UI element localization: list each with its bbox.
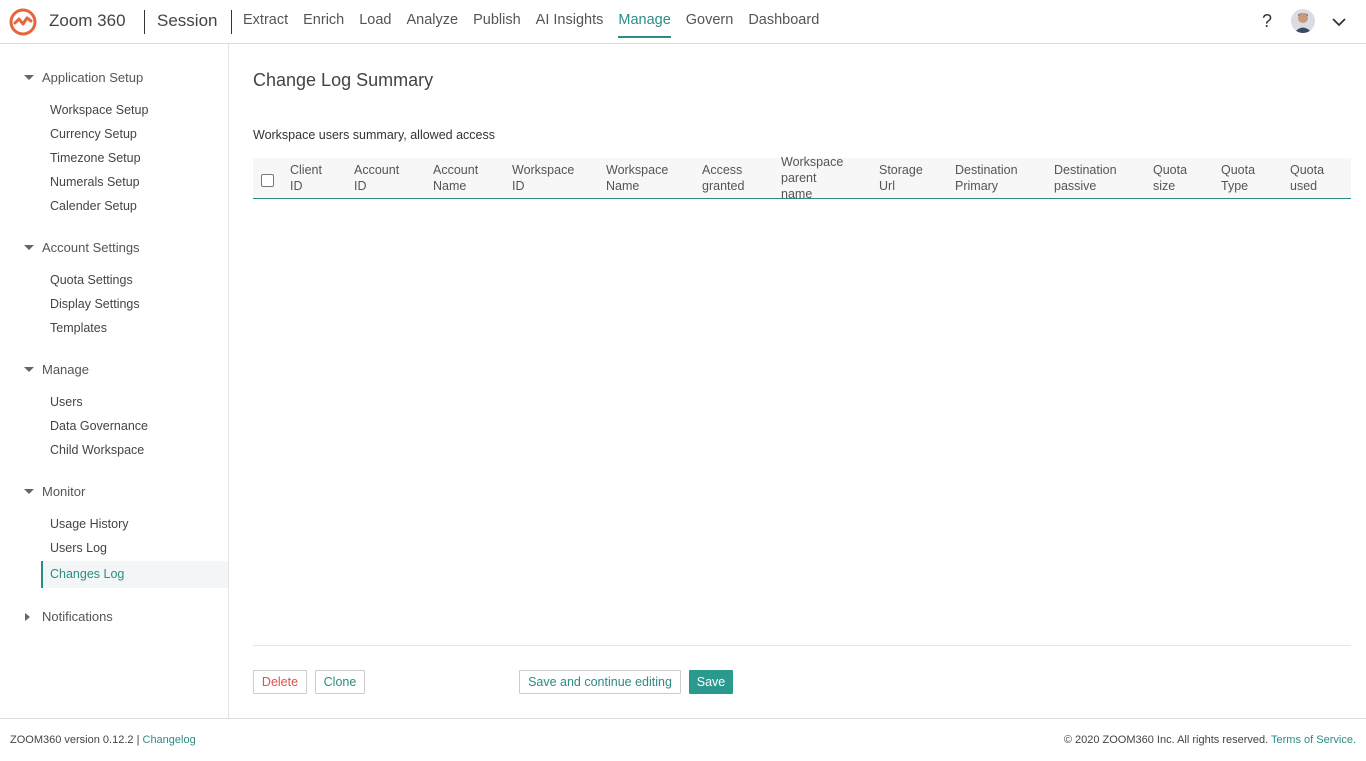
section-monitor[interactable]: Monitor (22, 484, 85, 499)
nav-extract[interactable]: Extract (243, 12, 288, 38)
column-header[interactable]: Destination Primary (955, 162, 1035, 198)
sidebar-item-changes-log[interactable]: Changes Log (41, 561, 228, 588)
table-header: Client ID Account ID Account Name Worksp… (253, 155, 1351, 199)
nav-dashboard[interactable]: Dashboard (748, 12, 819, 38)
select-all-checkbox[interactable] (261, 174, 274, 187)
sidebar-item-users[interactable]: Users (50, 395, 83, 409)
table-caption: Workspace users summary, allowed access (253, 128, 495, 142)
sidebar-item-timezone-setup[interactable]: Timezone Setup (50, 151, 141, 165)
zoom360-logo-icon[interactable] (9, 8, 37, 36)
column-header[interactable]: Account Name (433, 162, 513, 198)
caret-down-icon (24, 74, 34, 80)
save-button[interactable]: Save (689, 670, 733, 694)
sidebar-item-calender-setup[interactable]: Calender Setup (50, 199, 137, 213)
chevron-down-icon[interactable] (1331, 14, 1347, 30)
sidebar-item-child-workspace[interactable]: Child Workspace (50, 443, 144, 457)
user-avatar[interactable] (1291, 9, 1315, 33)
delete-button[interactable]: Delete (253, 670, 307, 694)
section-title: Account Settings (42, 240, 140, 255)
footer: ZOOM360 version 0.12.2 | Changelog © 202… (0, 718, 1366, 761)
footer-separator: | (136, 734, 140, 746)
title-divider (144, 10, 145, 34)
nav-manage[interactable]: Manage (618, 12, 671, 38)
page-title: Change Log Summary (253, 70, 434, 90)
copyright-text: © 2020 ZOOM360 Inc. All rights reserved. (1063, 734, 1269, 746)
footer-version: ZOOM360 version 0.12.2 | Changelog (10, 734, 196, 746)
column-header[interactable]: Access granted (702, 162, 782, 198)
section-title: Application Setup (42, 70, 144, 85)
column-header[interactable]: Workspace parent name (781, 154, 861, 198)
section-title: Notifications (42, 609, 113, 624)
sidebar-item-quota-settings[interactable]: Quota Settings (50, 273, 133, 287)
section-title: Manage (42, 362, 89, 377)
nav-govern[interactable]: Govern (686, 12, 734, 38)
sidebar-item-templates[interactable]: Templates (50, 321, 107, 335)
nav-divider (231, 10, 232, 34)
app-title[interactable]: Zoom 360 (49, 11, 126, 31)
sidebar-item-data-governance[interactable]: Data Governance (50, 419, 148, 433)
sidebar-item-workspace-setup[interactable]: Workspace Setup (50, 103, 148, 117)
clone-button[interactable]: Clone (315, 670, 365, 694)
column-header[interactable]: Quota Type (1221, 162, 1301, 198)
sidebar-item-usage-history[interactable]: Usage History (50, 517, 129, 531)
sidebar-item-users-log[interactable]: Users Log (50, 541, 107, 555)
nav-enrich[interactable]: Enrich (303, 12, 344, 38)
sidebar-item-display-settings[interactable]: Display Settings (50, 297, 140, 311)
caret-down-icon (24, 244, 34, 250)
column-header[interactable]: Destination passive (1054, 162, 1134, 198)
column-header[interactable]: Workspace Name (606, 162, 686, 198)
footer-legal: © 2020 ZOOM360 Inc. All rights reserved.… (1064, 734, 1356, 746)
caret-right-icon (25, 612, 30, 621)
column-header[interactable]: Quota used (1290, 162, 1350, 198)
section-title: Monitor (42, 484, 86, 499)
sidebar-item-numerals-setup[interactable]: Numerals Setup (50, 175, 140, 189)
caret-down-icon (24, 366, 34, 372)
nav-load[interactable]: Load (359, 12, 391, 38)
top-bar: Zoom 360 Session Extract Enrich Load Ana… (0, 0, 1366, 44)
changelog-link[interactable]: Changelog (143, 734, 196, 746)
save-and-continue-button[interactable]: Save and continue editing (519, 670, 681, 694)
form-divider (253, 645, 1351, 646)
help-icon[interactable]: ? (1262, 11, 1272, 32)
column-header[interactable]: Workspace ID (512, 162, 592, 198)
nav-publish[interactable]: Publish (473, 12, 521, 38)
section-application-setup[interactable]: Application Setup (22, 70, 143, 85)
sidebar: Application Setup Workspace Setup Curren… (0, 44, 229, 718)
section-account-settings[interactable]: Account Settings (22, 240, 140, 255)
sidebar-item-currency-setup[interactable]: Currency Setup (50, 127, 137, 141)
caret-down-icon (24, 488, 34, 494)
session-label[interactable]: Session (157, 11, 217, 31)
main-nav: Extract Enrich Load Analyze Publish AI I… (243, 12, 819, 38)
version-text: ZOOM360 version 0.12.2 (10, 734, 134, 746)
terms-link[interactable]: Terms of Service. (1271, 734, 1356, 746)
column-header[interactable]: Account ID (354, 162, 434, 198)
section-notifications[interactable]: Notifications (22, 609, 113, 624)
column-header[interactable]: Storage Url (879, 162, 959, 198)
nav-analyze[interactable]: Analyze (407, 12, 459, 38)
section-manage[interactable]: Manage (22, 362, 89, 377)
nav-ai-insights[interactable]: AI Insights (536, 12, 604, 38)
